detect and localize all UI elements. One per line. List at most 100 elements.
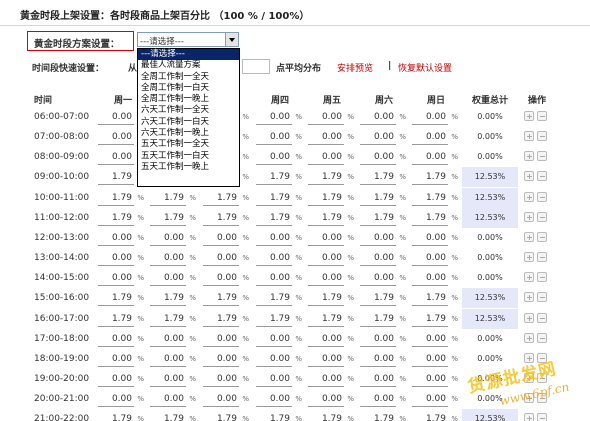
percent-input[interactable]: 0.00% xyxy=(412,233,458,246)
minus-icon[interactable] xyxy=(537,151,547,162)
percent-input[interactable]: 1.79% xyxy=(203,213,249,226)
percent-input[interactable]: 0.00% xyxy=(98,334,144,347)
percent-input[interactable]: 0.00% xyxy=(203,273,249,287)
minus-icon[interactable] xyxy=(537,111,547,121)
percent-input[interactable]: 0.00% xyxy=(150,273,196,287)
percent-input[interactable]: 0.00% xyxy=(412,112,458,125)
percent-input[interactable]: 0.00% xyxy=(360,152,406,166)
percent-input[interactable]: 0.00% xyxy=(203,233,249,246)
plus-icon[interactable] xyxy=(524,252,534,263)
percent-input[interactable]: 1.79% xyxy=(412,414,458,421)
percent-input[interactable]: 0.00% xyxy=(256,132,302,146)
percent-input[interactable]: 1.79% xyxy=(360,213,406,226)
plus-icon[interactable] xyxy=(524,131,534,142)
dropdown-option[interactable]: 五天工作制一全天 xyxy=(138,139,239,150)
scheme-dropdown-list[interactable]: ---请选择--- 最佳人流量方案 全周工作制一全天 全周工作制一白天 全周工作制一晚上… xyxy=(137,48,240,187)
percent-input[interactable]: 1.79% xyxy=(98,293,144,307)
quick-hour-input[interactable] xyxy=(242,59,270,74)
percent-input[interactable]: 0.00% xyxy=(360,334,406,347)
percent-input[interactable]: 0.00% xyxy=(308,233,354,246)
percent-input[interactable]: 0.00% xyxy=(360,273,406,287)
percent-input[interactable]: 0.00% xyxy=(412,394,458,408)
percent-input[interactable]: 1.79% xyxy=(150,414,196,421)
chevron-down-icon[interactable] xyxy=(225,33,238,46)
percent-input[interactable]: 0.00% xyxy=(256,253,302,267)
minus-icon[interactable] xyxy=(537,171,547,182)
percent-input[interactable]: 0.00% xyxy=(203,334,249,347)
dropdown-option[interactable]: 全周工作制一全天 xyxy=(138,72,239,83)
minus-icon[interactable] xyxy=(537,272,547,283)
percent-input[interactable]: 0.00% xyxy=(360,374,406,387)
dropdown-option[interactable]: 全周工作制一晚上 xyxy=(138,94,239,105)
percent-input[interactable]: 0.00% xyxy=(256,374,302,387)
percent-input[interactable]: 0.00% xyxy=(360,253,406,267)
minus-icon[interactable] xyxy=(537,312,547,323)
percent-input[interactable]: 1.79% xyxy=(150,213,196,226)
percent-input[interactable]: 0.00% xyxy=(98,354,144,367)
percent-input[interactable]: 1.79% xyxy=(256,414,302,421)
minus-icon[interactable] xyxy=(537,131,547,142)
percent-input[interactable]: 0.00% xyxy=(256,112,302,125)
dropdown-option[interactable]: 全周工作制一白天 xyxy=(138,83,239,94)
dropdown-option[interactable]: ---请选择--- xyxy=(138,49,239,61)
percent-input[interactable]: 1.79% xyxy=(308,293,354,307)
percent-input[interactable]: 0.00% xyxy=(412,354,458,367)
percent-input[interactable]: 0.00% xyxy=(256,334,302,347)
percent-input[interactable]: 0.00% xyxy=(308,394,354,408)
percent-input[interactable]: 1.79% xyxy=(308,193,354,206)
percent-input[interactable]: 0.00% xyxy=(308,354,354,367)
percent-input[interactable]: 0.00% xyxy=(150,394,196,408)
percent-input[interactable]: 0.00% xyxy=(308,334,354,347)
reset-default-link[interactable]: 恢复默认设置 xyxy=(398,61,452,74)
preview-link[interactable]: 安排预览 xyxy=(337,61,373,74)
percent-input[interactable]: 0.00% xyxy=(256,354,302,367)
percent-input[interactable]: 0.00% xyxy=(412,273,458,287)
percent-input[interactable]: 1.79% xyxy=(308,213,354,226)
dropdown-option[interactable]: 六天工作制一白天 xyxy=(138,117,239,128)
percent-input[interactable]: 0.00% xyxy=(150,334,196,347)
percent-input[interactable]: 1.79% xyxy=(308,314,354,327)
percent-input[interactable]: 0.00% xyxy=(256,233,302,246)
percent-input[interactable]: 1.79% xyxy=(308,172,354,186)
percent-input[interactable]: 0.00% xyxy=(150,233,196,246)
percent-input[interactable]: 1.79% xyxy=(150,314,196,327)
percent-input[interactable]: 0.00% xyxy=(360,394,406,408)
percent-input[interactable]: 0.00% xyxy=(203,354,249,367)
percent-input[interactable]: 1.79% xyxy=(98,314,144,327)
minus-icon[interactable] xyxy=(537,231,547,242)
percent-input[interactable]: 0.00% xyxy=(98,394,144,408)
percent-input[interactable]: 1.79% xyxy=(256,172,302,186)
percent-input[interactable]: 1.79% xyxy=(203,293,249,307)
percent-input[interactable]: 1.79% xyxy=(98,414,144,421)
percent-input[interactable]: 0.00% xyxy=(150,253,196,267)
percent-input[interactable]: 0.00% xyxy=(203,394,249,408)
dropdown-option[interactable]: 六天工作制一晚上 xyxy=(138,128,239,139)
percent-input[interactable]: 0.00% xyxy=(412,152,458,166)
percent-input[interactable]: 0.00% xyxy=(412,132,458,146)
percent-input[interactable]: 1.79% xyxy=(98,213,144,226)
percent-input[interactable]: 0.00% xyxy=(256,152,302,166)
plus-icon[interactable] xyxy=(524,231,534,242)
minus-icon[interactable] xyxy=(537,191,547,202)
percent-input[interactable]: 0.00% xyxy=(308,152,354,166)
minus-icon[interactable] xyxy=(537,332,547,343)
percent-input[interactable]: 1.79% xyxy=(412,213,458,226)
percent-input[interactable]: 0.00% xyxy=(256,273,302,287)
percent-input[interactable]: 0.00% xyxy=(308,273,354,287)
plus-icon[interactable] xyxy=(524,111,534,121)
plus-icon[interactable] xyxy=(524,151,534,162)
percent-input[interactable]: 1.79% xyxy=(203,193,249,206)
percent-input[interactable]: 1.79% xyxy=(150,293,196,307)
percent-input[interactable]: 0.00% xyxy=(308,132,354,146)
percent-input[interactable]: 1.79% xyxy=(203,314,249,327)
percent-input[interactable]: 0.00% xyxy=(98,253,144,267)
percent-input[interactable]: 0.00% xyxy=(150,374,196,387)
percent-input[interactable]: 1.79% xyxy=(412,293,458,307)
percent-input[interactable]: 0.00% xyxy=(98,273,144,287)
percent-input[interactable]: 1.79% xyxy=(360,193,406,206)
plus-icon[interactable] xyxy=(524,272,534,283)
percent-input[interactable]: 0.00% xyxy=(308,112,354,125)
plus-icon[interactable] xyxy=(524,292,534,303)
percent-input[interactable]: 1.79% xyxy=(308,414,354,421)
percent-input[interactable]: 0.00% xyxy=(98,374,144,387)
